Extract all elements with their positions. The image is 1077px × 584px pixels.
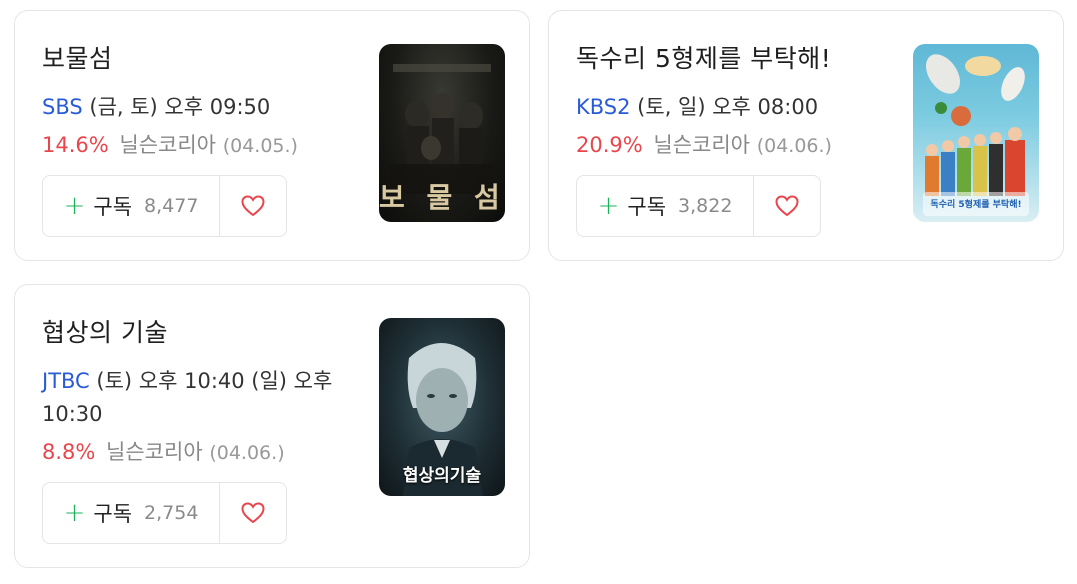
program-card-eagle-brothers[interactable]: 독수리 5형제를 부탁해! KBS2 (토, 일) 오후 08:00 20.9%… bbox=[548, 10, 1064, 261]
program-card-art-of-negotiation[interactable]: 협상의 기술 JTBC (토) 오후 10:40 (일) 오후 10:30 8.… bbox=[14, 284, 530, 568]
action-buttons: + 구독 8,477 bbox=[42, 175, 287, 237]
plus-icon: + bbox=[597, 191, 620, 221]
channel-name: JTBC bbox=[42, 369, 90, 393]
poster-image[interactable]: 독수리 5형제를 부탁해! bbox=[913, 44, 1039, 222]
airtime: (금, 토) 오후 09:50 bbox=[82, 95, 271, 119]
action-buttons: + 구독 3,822 bbox=[576, 175, 821, 237]
like-button[interactable] bbox=[220, 483, 286, 543]
rating-date: (04.06.) bbox=[209, 442, 285, 464]
rating-date: (04.06.) bbox=[756, 135, 832, 157]
program-title[interactable]: 협상의 기술 bbox=[42, 313, 168, 349]
subscribe-button[interactable]: + 구독 2,754 bbox=[43, 483, 220, 543]
heart-icon bbox=[241, 502, 265, 524]
poster-image[interactable]: 보 물 섬 bbox=[379, 44, 505, 222]
heart-icon bbox=[241, 195, 265, 217]
program-title[interactable]: 독수리 5형제를 부탁해! bbox=[576, 39, 831, 75]
action-buttons: + 구독 2,754 bbox=[42, 482, 287, 544]
rating-source: 닐슨코리아 bbox=[106, 440, 203, 464]
heart-icon bbox=[775, 195, 799, 217]
channel-name: SBS bbox=[42, 95, 83, 119]
subscribe-count: 3,822 bbox=[678, 195, 733, 217]
subscribe-count: 2,754 bbox=[144, 502, 199, 524]
subscribe-button[interactable]: + 구독 8,477 bbox=[43, 176, 220, 236]
program-title[interactable]: 보물섬 bbox=[42, 39, 113, 75]
subscribe-label: 구독 bbox=[93, 195, 133, 219]
plus-icon: + bbox=[63, 498, 86, 528]
subscribe-count: 8,477 bbox=[144, 195, 199, 217]
poster-title: 협상의기술 bbox=[402, 466, 482, 486]
plus-icon: + bbox=[63, 191, 86, 221]
rating-source: 닐슨코리아 bbox=[653, 133, 751, 157]
subscribe-button[interactable]: + 구독 3,822 bbox=[577, 176, 754, 236]
channel-name: KBS2 bbox=[576, 95, 631, 119]
program-schedule: SBS (금, 토) 오후 09:50 bbox=[42, 91, 352, 124]
program-schedule: KBS2 (토, 일) 오후 08:00 bbox=[576, 91, 886, 124]
like-button[interactable] bbox=[220, 176, 286, 236]
rating-percent: 20.9% bbox=[576, 133, 643, 157]
poster-title: 독수리 5형제를 부탁해! bbox=[930, 200, 1022, 210]
poster-title: 보 물 섬 bbox=[379, 181, 505, 214]
airtime: (토, 일) 오후 08:00 bbox=[630, 95, 819, 119]
program-card-treasure-island[interactable]: 보물섬 SBS (금, 토) 오후 09:50 14.6% 닐슨코리아 (04.… bbox=[14, 10, 530, 261]
rating-percent: 8.8% bbox=[42, 440, 96, 464]
program-schedule: JTBC (토) 오후 10:40 (일) 오후 10:30 bbox=[42, 365, 352, 431]
subscribe-label: 구독 bbox=[627, 195, 667, 219]
rating-info: 8.8% 닐슨코리아 (04.06.) bbox=[42, 436, 285, 466]
rating-source: 닐슨코리아 bbox=[119, 133, 217, 157]
like-button[interactable] bbox=[754, 176, 820, 236]
rating-date: (04.05.) bbox=[222, 135, 298, 157]
subscribe-label: 구독 bbox=[93, 502, 133, 526]
rating-info: 14.6% 닐슨코리아 (04.05.) bbox=[42, 129, 298, 159]
rating-info: 20.9% 닐슨코리아 (04.06.) bbox=[576, 129, 832, 159]
rating-percent: 14.6% bbox=[42, 133, 109, 157]
poster-image[interactable]: 협상의기술 bbox=[379, 318, 505, 496]
